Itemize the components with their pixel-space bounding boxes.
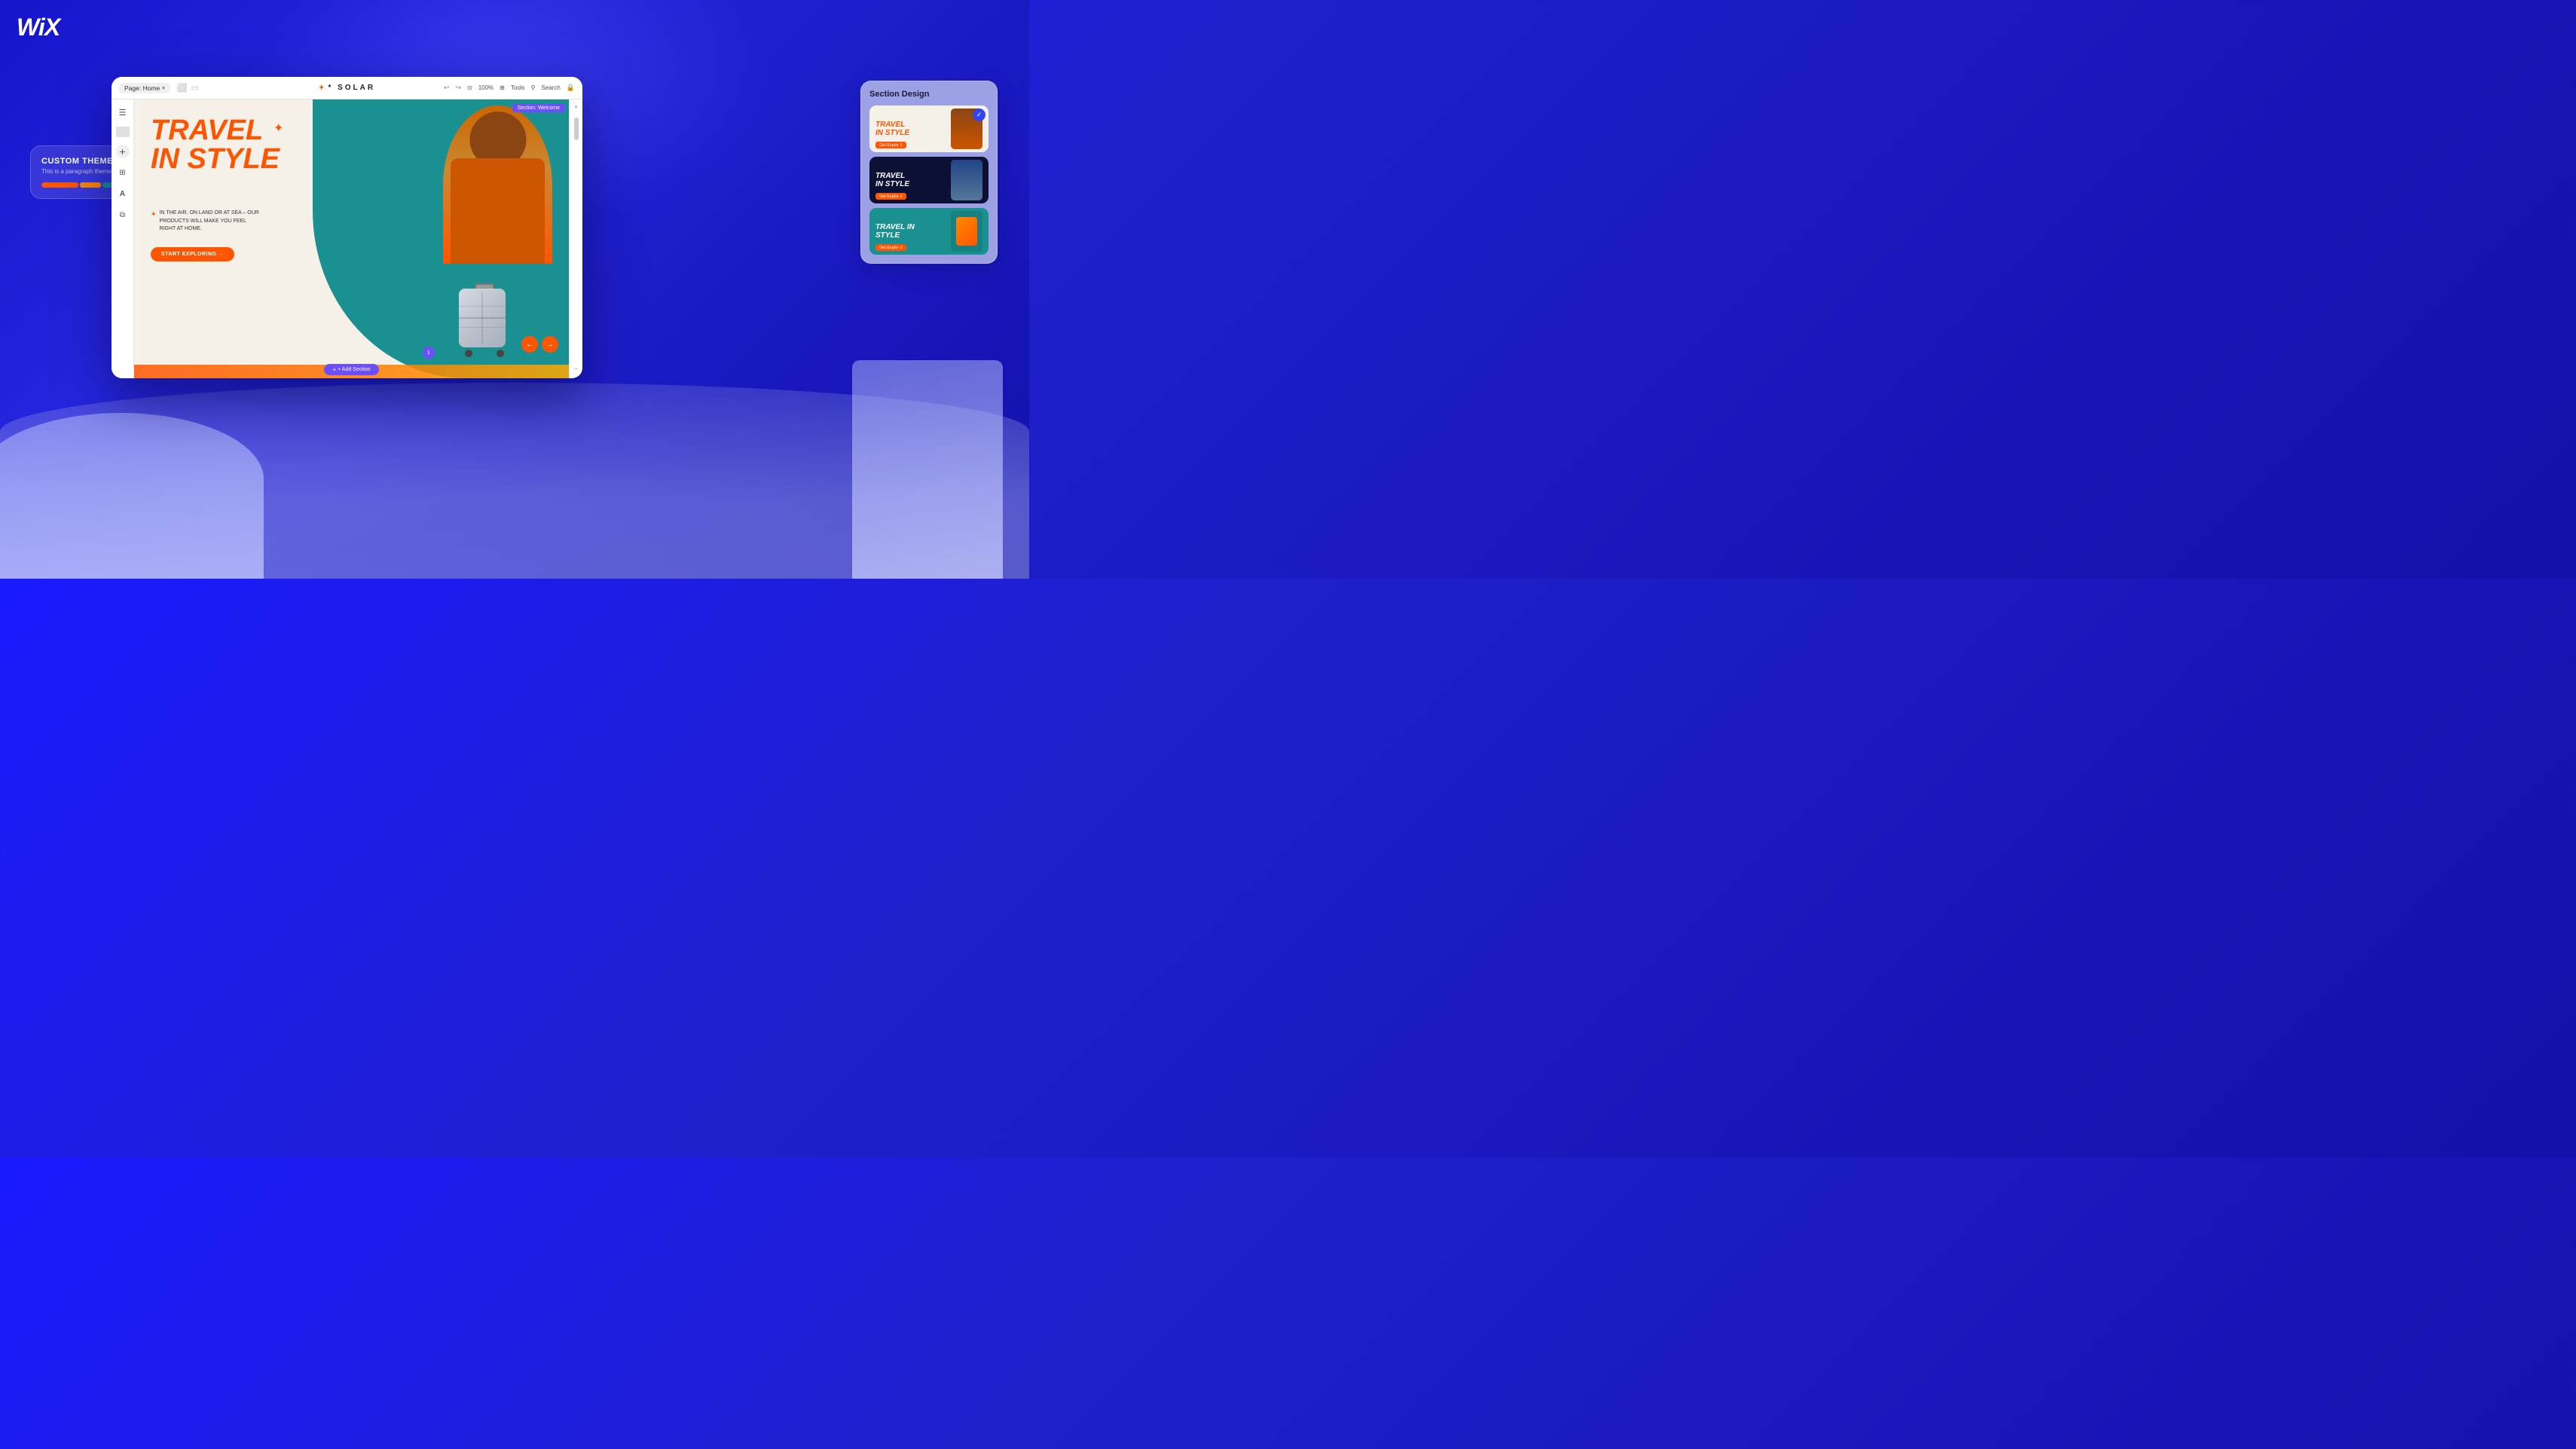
hero-title-line1: TRAVEL: [151, 116, 280, 145]
luggage-container: [459, 283, 510, 359]
device-icons: ⬜ ▭: [177, 83, 199, 93]
design-card-1[interactable]: TRAVELIN STYLE Get Explor 1 ✓: [869, 105, 989, 152]
editor-window: Page: Home ▾ ⬜ ▭ ✦ * SOLAR ↩ ↪ ⊙ 100% ⊞ …: [112, 77, 582, 378]
page-number-badge: 1: [423, 347, 435, 359]
cube-right: [852, 360, 1003, 579]
brand-star: ✦: [319, 84, 326, 92]
cloud-left: [0, 413, 264, 579]
add-section-plus: +: [332, 366, 336, 373]
section-design-title: Section Design: [869, 90, 989, 99]
wix-logo[interactable]: WiX: [17, 14, 60, 41]
card1-check: ✓: [973, 109, 985, 121]
card2-title: TRAVELIN STYLE: [875, 172, 951, 188]
toolbar-text-icon[interactable]: A: [116, 187, 130, 200]
card2-person: [951, 160, 982, 200]
toolbar-add-icon[interactable]: +: [116, 145, 130, 158]
card1-text: TRAVELIN STYLE: [875, 121, 951, 137]
left-toolbar: ☰ + ⊞ A ⧉: [112, 99, 134, 378]
chevron-down-icon: ▾: [162, 85, 165, 91]
card3-luggage-img: [951, 211, 982, 252]
scroll-zoom-out[interactable]: −: [574, 365, 578, 372]
lock-icon: 🔒: [567, 84, 575, 92]
scroll-zoom-in[interactable]: +: [574, 103, 578, 111]
page-selector[interactable]: Page: Home ▾: [119, 83, 170, 93]
tools-label: Tools: [511, 84, 525, 91]
editor-scrollbar[interactable]: + −: [569, 99, 582, 378]
card3-text: TRAVEL INSTYLE: [875, 223, 951, 240]
nav-prev-button[interactable]: ←: [521, 336, 538, 353]
hero-subtitle: ✦ IN THE AIR, ON LAND OR AT SEA – OUR PR…: [151, 209, 262, 234]
card3-badge: Get Explor 3: [875, 244, 906, 251]
brand-name-center: ✦ * SOLAR: [319, 84, 375, 92]
section-design-panel: Section Design TRAVELIN STYLE Get Explor…: [860, 81, 998, 264]
toolbar-apps-icon[interactable]: ⊞: [116, 166, 130, 179]
zoom-percent: 100%: [478, 84, 494, 91]
toolbar-layers-icon[interactable]: ⧉: [116, 208, 130, 222]
search-label-topbar: Search: [541, 84, 560, 91]
editor-topbar: Page: Home ▾ ⬜ ▭ ✦ * SOLAR ↩ ↪ ⊙ 100% ⊞ …: [112, 77, 582, 99]
luggage-handle-top: [475, 283, 494, 289]
card2-badge: Get Explor 2: [875, 193, 906, 200]
search-icon-topbar[interactable]: ⚲: [531, 84, 536, 91]
zoom-level: ⊙: [467, 84, 472, 91]
color-seg-1: [41, 182, 78, 188]
card1-badge: Get Explor 1: [875, 142, 906, 148]
brand-text: * SOLAR: [328, 84, 375, 92]
scroll-thumb[interactable]: [574, 118, 579, 140]
redo-icon[interactable]: ↪: [455, 84, 461, 92]
add-section-button[interactable]: + + Add Section: [324, 364, 378, 375]
cta-label: START EXPLORING →: [161, 252, 224, 257]
luggage-zipper: [482, 292, 483, 344]
desktop-icon[interactable]: ⬜: [177, 83, 188, 93]
wheel-right: [497, 350, 504, 357]
hero-subtitle-text: IN THE AIR, ON LAND OR AT SEA – OUR PROD…: [160, 209, 262, 234]
hero-cta-button[interactable]: START EXPLORING →: [151, 247, 234, 261]
wheel-left: [465, 350, 472, 357]
hero-area: Section: Welcome ✦ TRAVEL IN STYLE ✦ ✦ I…: [134, 99, 569, 378]
hero-title-line2: IN STYLE: [151, 145, 280, 173]
design-card-3[interactable]: TRAVEL INSTYLE Get Explor 3: [869, 208, 989, 255]
hero-nav: ← →: [521, 336, 558, 353]
card2-text: TRAVELIN STYLE: [875, 172, 951, 188]
color-seg-2: [80, 182, 101, 188]
card3-title: TRAVEL INSTYLE: [875, 223, 951, 240]
add-section-label: + Add Section: [338, 367, 370, 372]
mobile-icon[interactable]: ▭: [191, 83, 198, 93]
topbar-right-controls: ↩ ↪ ⊙ 100% ⊞ Tools ⚲ Search 🔒: [444, 84, 575, 92]
card3-orange-luggage: [956, 217, 977, 246]
luggage-body-main: [459, 289, 506, 347]
card2-img: [951, 160, 982, 200]
person-body: [451, 158, 545, 264]
subtitle-bullet: ✦: [151, 209, 157, 234]
person-photo: [443, 105, 552, 264]
luggage-wheels-row: [459, 350, 510, 357]
undo-icon[interactable]: ↩: [444, 84, 450, 92]
hero-title: TRAVEL IN STYLE: [151, 116, 280, 173]
nav-next-button[interactable]: →: [542, 336, 558, 353]
section-welcome-badge: Section: Welcome: [512, 104, 565, 112]
toolbar-media-icon[interactable]: [116, 127, 130, 137]
wix-logo-text: WiX: [17, 14, 60, 41]
page-selector-label: Page: Home: [124, 84, 160, 92]
card1-title: TRAVELIN STYLE: [875, 121, 951, 137]
tools-icon[interactable]: ⊞: [500, 84, 505, 91]
add-section-bar: + + Add Section: [134, 360, 569, 378]
toolbar-pages-icon[interactable]: ☰: [116, 105, 130, 119]
design-card-2[interactable]: TRAVELIN STYLE Get Explor 2: [869, 157, 989, 203]
